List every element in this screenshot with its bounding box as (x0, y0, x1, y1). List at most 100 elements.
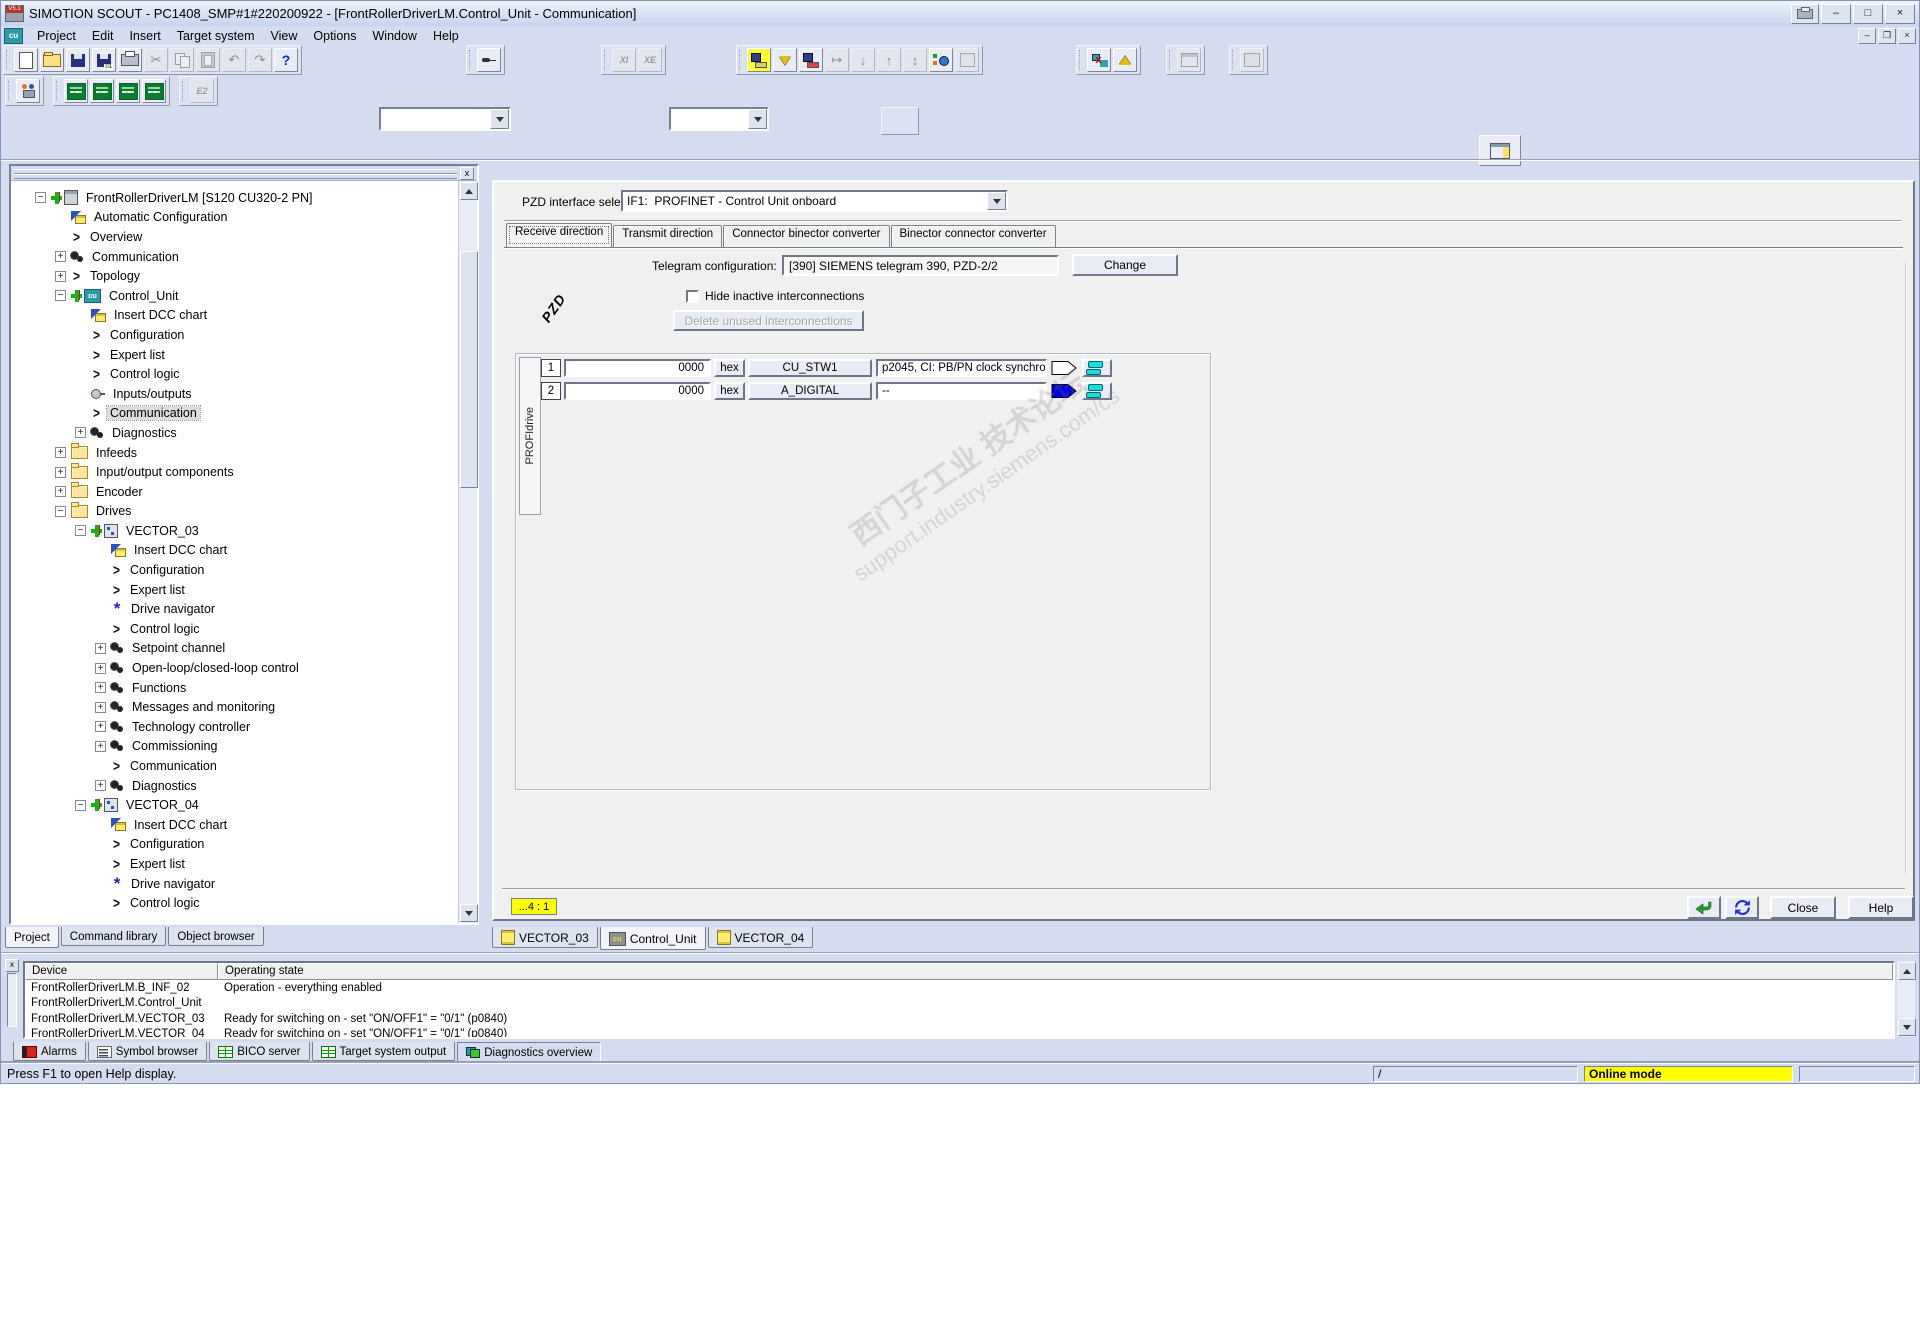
tree-item-label[interactable]: Communication (89, 250, 182, 264)
tab-transmit-direction[interactable]: Transmit direction (613, 225, 722, 247)
change-button[interactable]: Change (1072, 254, 1178, 276)
menu-window[interactable]: Window (365, 28, 425, 44)
accessible-nodes-button[interactable] (477, 48, 501, 72)
operating-state-column-header[interactable]: Operating state (218, 963, 1893, 980)
device-column-header[interactable]: Device (25, 963, 218, 980)
document-tab-vector_04[interactable]: VECTOR_04 (708, 927, 814, 948)
tree-item-label[interactable]: Communication (127, 759, 220, 773)
tree-item-label[interactable]: Insert DCC chart (131, 543, 230, 557)
tab-target-system-output[interactable]: Target system output (312, 1042, 456, 1061)
tree-item-label[interactable]: Configuration (107, 328, 187, 342)
tab-binector-connector-converter[interactable]: Binector connector converter (891, 225, 1056, 247)
drive-select-combo[interactable] (379, 107, 511, 131)
accept-button[interactable] (1687, 896, 1721, 919)
chevron-down-icon[interactable] (748, 109, 767, 129)
tree-item[interactable]: +Open-loop/closed-loop control (11, 658, 458, 678)
collapse-icon[interactable]: − (55, 290, 66, 301)
word-value-field[interactable]: 0000 (564, 359, 711, 377)
chevron-down-icon[interactable] (490, 109, 509, 129)
tree-item-label[interactable]: Automatic Configuration (91, 210, 230, 224)
tree-item-label[interactable]: Open-loop/closed-loop control (129, 661, 302, 675)
tree-item[interactable]: Inputs/outputs (11, 384, 458, 404)
signal-button[interactable]: CU_STW1 (748, 359, 872, 377)
scrollbar-thumb[interactable] (460, 251, 478, 488)
tree-item[interactable]: +Diagnostics (11, 423, 458, 443)
tree-item[interactable]: +Commissioning (11, 737, 458, 757)
download-to-target-button[interactable] (773, 48, 797, 72)
expand-icon[interactable]: + (55, 447, 66, 458)
tree-item[interactable]: +>Topology (11, 266, 458, 286)
scroll-down-icon[interactable] (1898, 1018, 1916, 1036)
tree-item[interactable]: *Drive navigator (11, 599, 458, 619)
tree-item[interactable]: >Configuration (11, 325, 458, 345)
expand-icon[interactable]: + (55, 486, 66, 497)
mdi-minimize-button[interactable]: – (1858, 28, 1876, 44)
collapse-icon[interactable]: − (55, 506, 66, 517)
tree-item-label[interactable]: Input/output components (93, 465, 237, 479)
context-help-button[interactable]: ? (274, 48, 298, 72)
tree-item[interactable]: −Drives (11, 502, 458, 522)
tree-item[interactable]: >Configuration (11, 560, 458, 580)
tree-scrollbar[interactable] (458, 181, 477, 923)
navigator-grip[interactable]: x (11, 166, 477, 181)
tree-item-label[interactable]: Communication (107, 406, 200, 420)
tab-bico-server[interactable]: BICO server (209, 1042, 309, 1061)
measuring-function-button[interactable] (116, 79, 140, 103)
expand-icon[interactable]: + (55, 467, 66, 478)
tree-item-label[interactable]: Drive navigator (128, 602, 218, 616)
tree-item-label[interactable]: VECTOR_04 (123, 798, 202, 812)
tree-item-label[interactable]: Expert list (127, 583, 188, 597)
tree-item[interactable]: +Messages and monitoring (11, 697, 458, 717)
tree-item-label[interactable]: Commissioning (129, 739, 220, 753)
connect-target-system-button[interactable] (747, 48, 771, 72)
tab-alarms[interactable]: Alarms (13, 1042, 86, 1061)
tree-item[interactable]: >Communication (11, 404, 458, 424)
tree-item-label[interactable]: Insert DCC chart (131, 818, 230, 832)
close-button[interactable]: × (1885, 4, 1915, 24)
target-device-configuration-button[interactable] (1087, 48, 1111, 72)
function-generator-button[interactable] (90, 79, 114, 103)
tree-item-label[interactable]: Setpoint channel (129, 641, 228, 655)
collapse-icon[interactable]: − (35, 192, 46, 203)
maximize-button[interactable]: □ (1853, 4, 1883, 24)
tab-receive-direction[interactable]: Receive direction (506, 223, 612, 247)
refresh-button[interactable] (1725, 896, 1759, 919)
tree-item[interactable]: Insert DCC chart (11, 541, 458, 561)
menu-target-system[interactable]: Target system (169, 28, 263, 44)
tree-item-label[interactable]: Configuration (127, 837, 207, 851)
floating-toolbar-icon[interactable] (1791, 4, 1819, 24)
scroll-down-icon[interactable] (460, 904, 478, 922)
word-value-field[interactable]: 0000 (564, 382, 711, 400)
mdi-close-button[interactable]: × (1898, 28, 1916, 44)
tab-symbol-browser[interactable]: Symbol browser (88, 1042, 207, 1061)
new-project-button[interactable] (14, 48, 38, 72)
table-row[interactable]: FrontRollerDriverLM.B_INF_02Operation - … (25, 980, 1893, 996)
tree-item[interactable]: −cuControl_Unit (11, 286, 458, 306)
scroll-up-icon[interactable] (1898, 962, 1916, 980)
tree-item[interactable]: >Communication (11, 756, 458, 776)
print-button[interactable] (118, 48, 142, 72)
expand-icon[interactable]: + (75, 427, 86, 438)
tree-item-label[interactable]: Topology (87, 269, 143, 283)
setpoint-combo[interactable] (669, 107, 769, 131)
expand-icon[interactable]: + (95, 682, 106, 693)
save-project-button[interactable] (66, 48, 90, 72)
tree-item-label[interactable]: Configuration (127, 563, 207, 577)
tree-item[interactable]: Insert DCC chart (11, 306, 458, 326)
tree-item-label[interactable]: Inputs/outputs (110, 387, 195, 401)
tree-item-label[interactable]: Control logic (127, 896, 202, 910)
tree-item[interactable]: +Communication (11, 247, 458, 267)
tree-item[interactable]: + Encoder (11, 482, 458, 502)
mdi-restore-button[interactable]: ❐ (1878, 28, 1896, 44)
tree-item-label[interactable]: Control_Unit (106, 289, 181, 303)
open-project-button[interactable] (40, 48, 64, 72)
tree-item[interactable]: >Expert list (11, 580, 458, 600)
tree-item-label[interactable]: FrontRollerDriverLM [S120 CU320-2 PN] (83, 191, 315, 205)
tab-object-browser[interactable]: Object browser (168, 927, 263, 946)
help-button[interactable]: Help (1848, 896, 1914, 919)
tree-item[interactable]: −VECTOR_03 (11, 521, 458, 541)
tree-item[interactable]: *Drive navigator (11, 874, 458, 894)
tree-item-label[interactable]: Expert list (107, 348, 168, 362)
tree-item-label[interactable]: Encoder (93, 485, 146, 499)
hex-format-button[interactable]: hex (714, 359, 745, 377)
